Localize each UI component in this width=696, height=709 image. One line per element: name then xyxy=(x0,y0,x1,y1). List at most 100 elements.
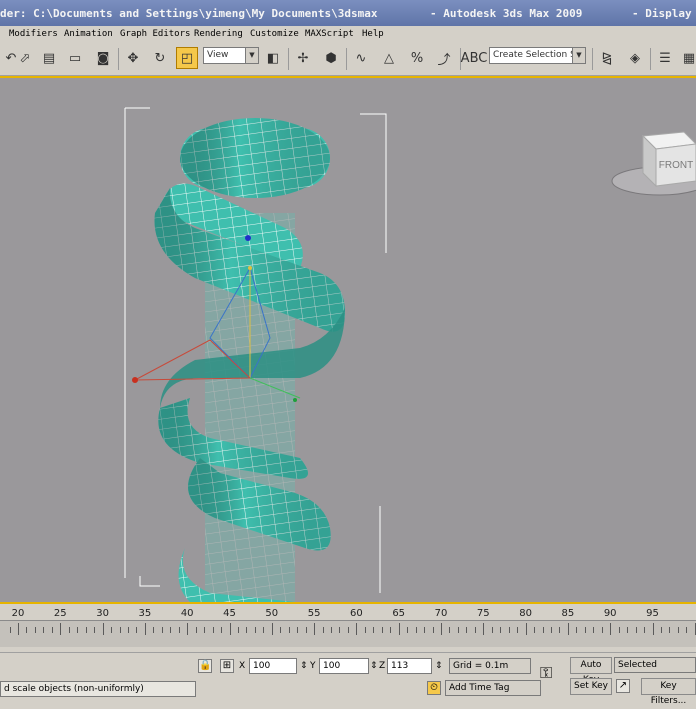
timeline-tick xyxy=(204,627,206,633)
timeline-tick xyxy=(390,627,392,633)
move-icon[interactable]: ✥ xyxy=(122,47,144,69)
timeline-tick xyxy=(677,627,679,633)
timeline-tick xyxy=(18,623,19,635)
perspective-viewport[interactable]: FRONT xyxy=(0,76,696,604)
timeline-tick xyxy=(221,627,223,633)
align-icon[interactable]: ◈ xyxy=(624,47,646,69)
timeline-label: 20 xyxy=(11,608,25,619)
auto-key-button[interactable]: Auto Key xyxy=(570,657,612,685)
timeline-tick xyxy=(576,627,578,633)
spinner-snap-icon[interactable]: ⤴ xyxy=(433,47,455,69)
selected-dropdown[interactable]: Selected xyxy=(614,657,696,673)
select-arrow-icon[interactable]: ⬀ xyxy=(14,47,36,69)
timeline-tick xyxy=(51,627,53,633)
y-spinner-icon[interactable]: ⇕ xyxy=(370,661,378,671)
grid-size-display: Grid = 0.1m xyxy=(449,658,531,674)
viewcube[interactable]: FRONT xyxy=(611,131,696,196)
y-coordinate-field[interactable]: 100 xyxy=(319,658,369,674)
toolbar-divider xyxy=(288,48,289,70)
absolute-mode-icon[interactable]: ⊞ xyxy=(220,659,234,673)
timeline-label: 75 xyxy=(476,608,490,619)
timeline-tick xyxy=(644,627,646,633)
title-file-path: der: C:\Documents and Settings\yimeng\My… xyxy=(0,7,378,20)
timeline-label: 50 xyxy=(265,608,279,619)
timeline-tick xyxy=(660,627,662,633)
pivot-center-icon[interactable]: ◧ xyxy=(262,47,284,69)
menu-modifiers[interactable]: Modifiers xyxy=(9,29,58,39)
lock-selection-icon[interactable]: 🔒 xyxy=(198,659,212,673)
timeline-tick xyxy=(508,627,510,633)
menu-graph-editors[interactable]: Graph Editors xyxy=(120,29,190,39)
timeline-tick xyxy=(474,627,476,633)
timeline-label: 90 xyxy=(603,608,617,619)
timeline-label: 45 xyxy=(223,608,236,619)
keyboard-shortcut-icon[interactable]: ⬢ xyxy=(320,47,342,69)
manipulate-icon[interactable]: ✢ xyxy=(292,47,314,69)
scale-icon[interactable]: ◰ xyxy=(176,47,198,69)
timeline-tick xyxy=(432,627,434,633)
menu-animation[interactable]: Animation xyxy=(64,29,113,39)
timeline-track[interactable]: 20 25 30 35 40 45 50 55 60 65 70 75 80 85 90 95 xyxy=(0,608,696,647)
z-spinner-icon[interactable]: ⇕ xyxy=(435,661,443,671)
timeline-tick xyxy=(534,627,536,633)
time-tag-icon[interactable]: ⏲ xyxy=(427,681,441,695)
time-slider[interactable]: 20 25 30 35 40 45 50 55 60 65 70 75 80 85 90 95 xyxy=(0,606,696,650)
percent-snap-icon[interactable]: % xyxy=(406,47,428,69)
timeline-tick xyxy=(407,627,409,633)
main-toolbar: ↶ ⬀ ▤ ▭ ◙ ✥ ↻ ◰ View ▼ ◧ ✢ ⬢ ∿ △ % ⤴ ABC… xyxy=(0,42,696,76)
set-key-button[interactable]: Set Key xyxy=(570,678,612,695)
timeline-tick xyxy=(559,627,561,633)
timeline-tick xyxy=(356,623,358,635)
timeline-tick xyxy=(178,627,180,633)
chevron-down-icon: ▼ xyxy=(572,48,585,63)
timeline-tick xyxy=(601,627,603,633)
timeline-tick xyxy=(212,627,214,633)
timeline-tick xyxy=(280,627,282,633)
timeline-label: 40 xyxy=(180,608,194,619)
timeline-tick xyxy=(618,627,620,633)
add-time-tag-field[interactable]: Add Time Tag xyxy=(445,680,541,696)
timeline-tick xyxy=(415,627,417,633)
timeline-tick xyxy=(441,623,442,635)
menu-maxscript[interactable]: MAXScript xyxy=(305,29,354,39)
timeline-tick xyxy=(246,627,248,633)
timeline-tick xyxy=(195,627,197,633)
timeline-tick xyxy=(68,627,70,633)
curve-editor-icon[interactable]: ▦ xyxy=(678,47,696,69)
x-spinner-icon[interactable]: ⇕ xyxy=(300,661,308,671)
z-coordinate-field[interactable]: 113 xyxy=(387,658,432,674)
timeline-tick xyxy=(237,627,239,633)
timeline-tick xyxy=(331,627,333,633)
timeline-label: 30 xyxy=(96,608,109,619)
chevron-down-icon: ▼ xyxy=(245,48,258,63)
snap-icon[interactable]: ∿ xyxy=(350,47,372,69)
select-by-name-icon[interactable]: ▤ xyxy=(38,47,60,69)
timeline-tick xyxy=(187,623,189,635)
menu-customize[interactable]: Customize xyxy=(250,29,299,39)
key-filters-button[interactable]: Key Filters... xyxy=(641,678,696,706)
x-coordinate-field[interactable]: 100 xyxy=(249,658,297,674)
mirror-icon[interactable]: ⧎ xyxy=(596,47,618,69)
timeline-tick xyxy=(43,627,45,633)
timeline-tick xyxy=(339,627,341,633)
timeline-tick xyxy=(271,623,273,635)
angle-snap-icon[interactable]: △ xyxy=(378,47,400,69)
rotate-icon[interactable]: ↻ xyxy=(149,47,171,69)
named-sets-icon[interactable]: ABC xyxy=(461,47,488,69)
timeline-tick xyxy=(94,627,96,633)
timeline-tick xyxy=(449,627,451,633)
timeline-tick xyxy=(322,627,324,633)
menu-rendering[interactable]: Rendering xyxy=(194,29,243,39)
prompt-line: d scale objects (non-uniformly) xyxy=(0,681,196,697)
timeline-label: 95 xyxy=(646,608,659,619)
key-icon[interactable]: ⚿ xyxy=(540,663,552,683)
window-crossing-icon[interactable]: ◙ xyxy=(92,47,114,69)
key-mode-icon[interactable]: ↗ xyxy=(616,679,630,693)
menu-help[interactable]: Help xyxy=(362,29,384,39)
timeline-label: 35 xyxy=(138,608,152,619)
reference-coord-dropdown[interactable]: View ▼ xyxy=(203,47,259,64)
timeline-tick xyxy=(111,627,113,633)
rect-region-icon[interactable]: ▭ xyxy=(64,47,86,69)
selection-set-dropdown[interactable]: Create Selection Set ▼ xyxy=(489,47,586,64)
layer-icon[interactable]: ☰ xyxy=(654,47,676,69)
